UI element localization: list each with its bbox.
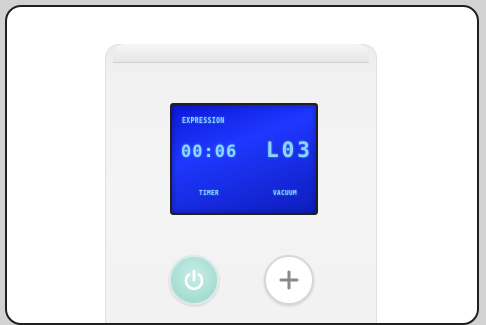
- device-panel-frame: EXPRESSION 00:06 L03 TIMER VACUUM: [5, 5, 479, 325]
- plus-icon: [279, 270, 299, 290]
- mode-label: EXPRESSION: [182, 116, 225, 125]
- pump-device-body: EXPRESSION 00:06 L03 TIMER VACUUM: [105, 44, 377, 323]
- power-button[interactable]: [169, 255, 219, 305]
- timer-readout: 00:06: [181, 142, 238, 162]
- power-icon: [184, 269, 204, 290]
- vacuum-label: VACUUM: [273, 189, 298, 197]
- increase-button[interactable]: [264, 255, 314, 305]
- lcd-screen: EXPRESSION 00:06 L03 TIMER VACUUM: [170, 103, 318, 215]
- device-lid: [113, 44, 369, 63]
- timer-label: TIMER: [199, 189, 220, 197]
- vacuum-level-readout: L03: [266, 138, 313, 162]
